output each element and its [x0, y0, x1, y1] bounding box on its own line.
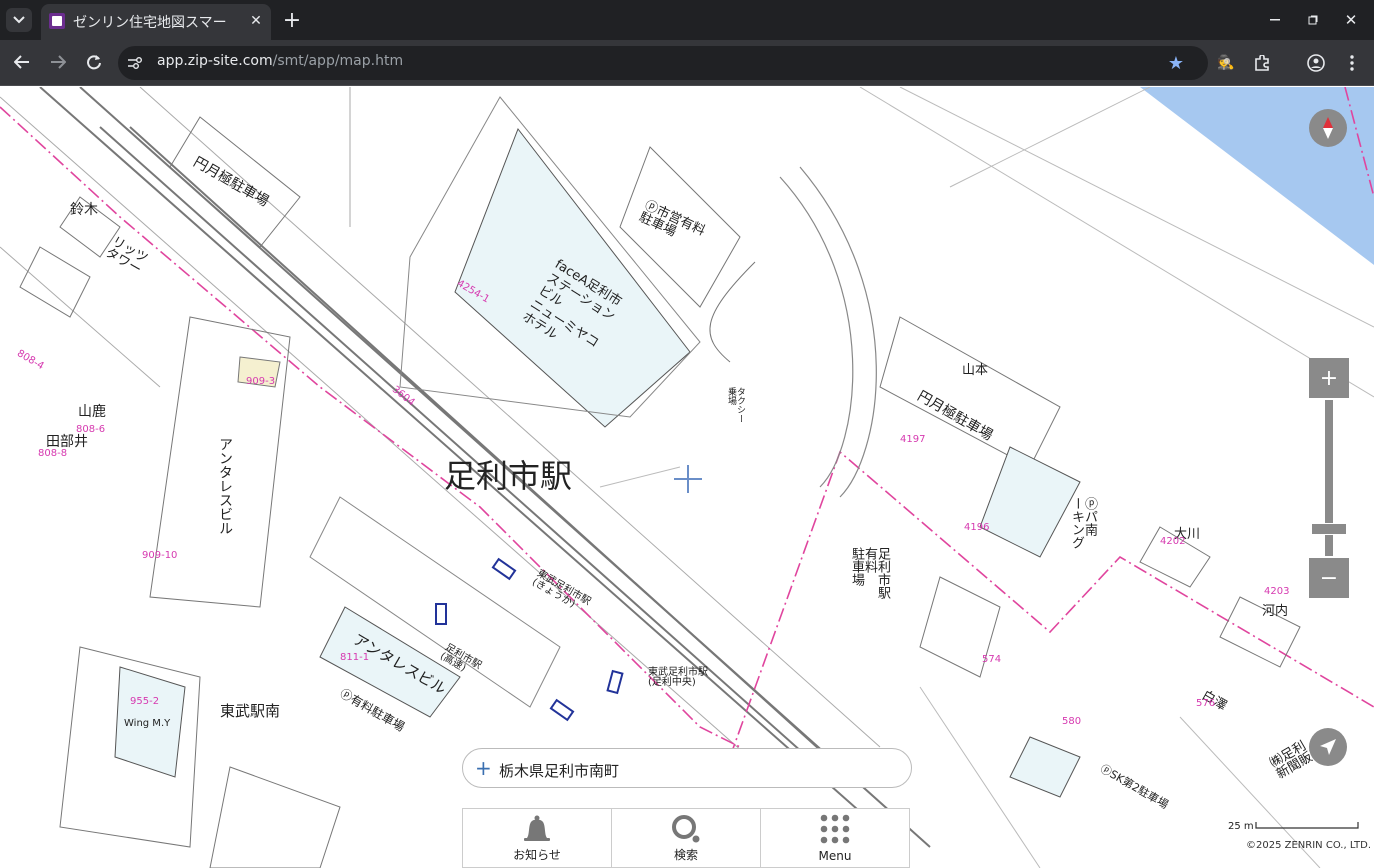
plot-number: 580 — [1062, 716, 1082, 727]
extensions-puzzle-icon[interactable] — [1252, 53, 1272, 73]
bottom-nav: お知らせ 検索 Menu — [462, 808, 910, 868]
address-search-bar[interactable]: + 栃木県足利市南町 — [462, 748, 912, 788]
label-ppark: ⓟパ南 ーキング — [1069, 497, 1097, 549]
station-name-label: 足利市駅 — [444, 457, 573, 495]
reload-icon[interactable] — [82, 50, 106, 74]
plot-number: 4202 — [1160, 536, 1186, 547]
url-text: app.zip-site.com/smt/app/map.htm — [157, 53, 404, 69]
plot-number: 811-1 — [340, 652, 370, 663]
label-yamamoto: 山本 — [962, 363, 989, 378]
nav-label: Menu — [818, 849, 852, 863]
label-tabei: 田部井 — [46, 434, 88, 450]
label-wing: Wing M.Y — [124, 718, 171, 729]
back-icon[interactable] — [10, 50, 34, 74]
label-taxi: タクシー 乗場 — [726, 387, 745, 423]
bell-icon — [463, 814, 611, 848]
close-window-icon[interactable]: ✕ — [1340, 10, 1362, 30]
current-address: 栃木県足利市南町 — [499, 762, 620, 780]
minimize-icon[interactable] — [1264, 10, 1286, 30]
profile-icon[interactable] — [1306, 53, 1326, 73]
current-location-button[interactable] — [1309, 728, 1347, 766]
plot-number: 808-6 — [76, 424, 106, 435]
label-kouchi: 河内 — [1262, 604, 1289, 619]
plot-number: 909-10 — [142, 550, 178, 561]
crosshair-plus-icon: + — [475, 756, 492, 780]
scale-label: 25 m — [1228, 821, 1254, 832]
copyright-text: ©2025 ZENRIN CO., LTD. — [1246, 840, 1371, 851]
search-icon — [612, 814, 760, 848]
nav-label: 検索 — [673, 848, 698, 862]
zoom-out-button[interactable]: − — [1309, 558, 1349, 598]
plot-number: 955-2 — [130, 696, 160, 707]
extension-agent-icon[interactable]: 🕵 — [1216, 54, 1236, 72]
plot-number: 576 — [1196, 698, 1216, 709]
compass-button[interactable] — [1309, 109, 1347, 147]
label-antares-north: アンタレスビル — [217, 437, 233, 535]
browser-menu-icon[interactable] — [1342, 53, 1362, 73]
browser-tab-strip: ゼンリン住宅地図スマー ✕ + ✕ — [0, 0, 1374, 40]
compass-icon — [1323, 117, 1333, 139]
tab-title: ゼンリン住宅地図スマー — [73, 15, 227, 31]
plot-number: 4203 — [1264, 586, 1290, 597]
tab-close-icon[interactable]: ✕ — [247, 12, 265, 30]
grid-icon — [761, 814, 909, 852]
forward-icon[interactable] — [46, 50, 70, 74]
tab-search-icon[interactable] — [6, 8, 32, 32]
nav-menu[interactable]: Menu — [761, 809, 909, 867]
label-suzuki: 鈴木 — [70, 202, 98, 218]
plot-number: 808-8 — [38, 448, 68, 459]
nav-search[interactable]: 検索 — [612, 809, 761, 867]
nav-notifications[interactable]: お知らせ — [463, 809, 612, 867]
label-yamashika: 山鹿 — [78, 404, 106, 420]
plot-number: 909-3 — [246, 376, 276, 387]
navigation-arrow-icon — [1320, 739, 1336, 755]
site-info-icon[interactable] — [126, 54, 144, 72]
nav-label: お知らせ — [513, 848, 561, 862]
new-tab-icon[interactable]: + — [280, 8, 304, 33]
tobu-station-label: 東武駅南 — [220, 702, 281, 720]
bookmark-star-icon[interactable]: ★ — [1166, 53, 1186, 74]
restore-icon[interactable] — [1302, 10, 1324, 30]
plot-number: 4196 — [964, 522, 990, 533]
zoom-slider-thumb[interactable] — [1311, 523, 1347, 536]
site-favicon-icon — [49, 13, 65, 29]
plot-number: 4197 — [900, 434, 926, 445]
label-bus-chuo: 東武足利市駅 (足利中央) — [648, 667, 708, 688]
plot-number: 574 — [982, 654, 1002, 665]
zoom-in-button[interactable]: + — [1309, 358, 1349, 398]
browser-tab[interactable]: ゼンリン住宅地図スマー ✕ — [41, 4, 271, 40]
label-ekimae-parking: 足利市駅 有料 駐車場 — [849, 547, 890, 599]
